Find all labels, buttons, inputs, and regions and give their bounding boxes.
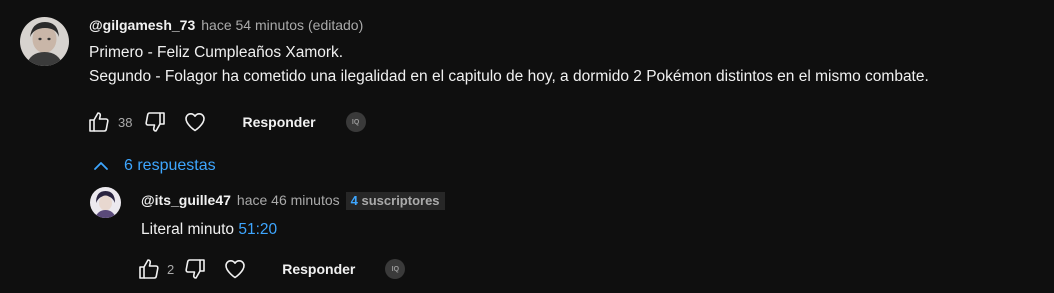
reply-avatar[interactable] (90, 187, 121, 218)
subscriber-count: 4 (350, 193, 358, 208)
comment-line: Primero - Feliz Cumpleaños Xamork. (89, 44, 344, 61)
reply-button[interactable]: Responder (282, 261, 355, 277)
comment-author[interactable]: @gilgamesh_73 (89, 17, 195, 33)
reply-header: @its_guille47 hace 46 minutos 4 suscriptor… (141, 191, 445, 210)
thumbs-down-icon (145, 112, 166, 132)
like-button[interactable] (86, 109, 112, 135)
like-count: 38 (118, 114, 133, 130)
comments-section: @gilgamesh_73 hace 54 minutos (editado) Pr… (0, 0, 1054, 293)
heart-button[interactable] (222, 256, 248, 282)
comment-line: Segundo - Folagor ha cometido una ilegal… (89, 68, 929, 85)
reply-text: Literal minuto (141, 221, 235, 238)
reply-author[interactable]: @its_guille47 (141, 192, 231, 208)
reply-button[interactable]: Responder (242, 114, 315, 130)
iq-icon[interactable]: IQ (385, 259, 406, 279)
avatar[interactable] (20, 17, 69, 66)
iq-label: IQ (391, 265, 400, 273)
subscriber-label: suscriptores (361, 193, 440, 208)
subscriber-badge: 4 suscriptores (345, 192, 445, 210)
heart-icon (225, 260, 246, 279)
comment-header: @gilgamesh_73 hace 54 minutos (editado) (89, 16, 363, 34)
dislike-button[interactable] (142, 109, 168, 135)
reply-actions: 2 Responder IQ (136, 255, 406, 283)
heart-button[interactable] (182, 109, 208, 135)
comment-body: Primero - Feliz Cumpleaños Xamork. Segun… (89, 41, 929, 89)
iq-label: IQ (351, 118, 360, 126)
reply-time[interactable]: hace 46 minutos (237, 192, 340, 208)
thumbs-up-icon (139, 259, 159, 279)
replies-toggle-button[interactable]: 6 respuestas (92, 154, 216, 178)
comment-time[interactable]: hace 54 minutos (201, 17, 304, 33)
edited-label: (editado) (308, 17, 364, 33)
timestamp-link[interactable]: 51:20 (238, 221, 277, 238)
thumbs-up-icon (89, 112, 109, 132)
iq-icon[interactable]: IQ (345, 112, 366, 132)
chevron-up-icon (92, 157, 110, 175)
replies-count-label: 6 respuestas (124, 157, 216, 174)
reply-body: Literal minuto 51:20 (141, 218, 277, 242)
comment-actions: 38 Responder IQ (86, 108, 366, 136)
dislike-button[interactable] (182, 256, 208, 282)
like-count: 2 (167, 261, 175, 277)
thumbs-down-icon (185, 259, 206, 279)
heart-icon (185, 113, 206, 132)
like-button[interactable] (136, 256, 162, 282)
